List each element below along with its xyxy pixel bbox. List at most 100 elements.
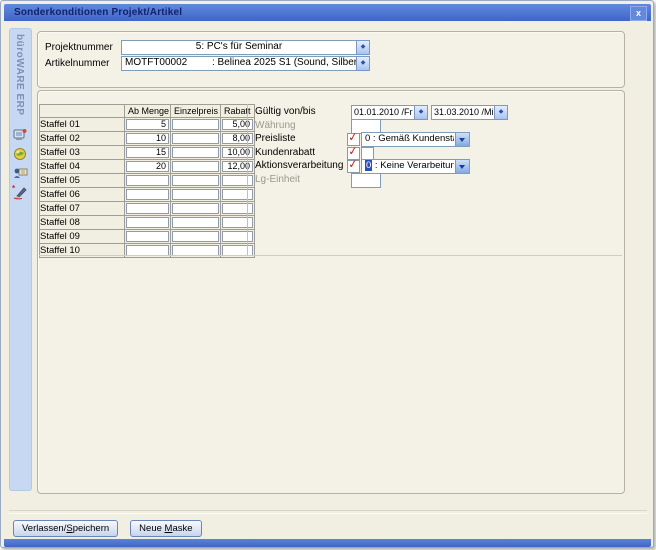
gueltig-bis-spinner[interactable]: ◆ xyxy=(494,105,508,120)
gueltig-von-field[interactable]: 01.01.2010 /Fr xyxy=(351,105,417,120)
gueltig-von-spinner[interactable]: ◆ xyxy=(414,105,428,120)
gueltig-label: Gültig von/bis xyxy=(255,106,316,117)
einzelpreis-cell[interactable] xyxy=(172,119,219,130)
table-row: Staffel 0210 8,00 xyxy=(40,132,255,146)
staffel-row-label: Staffel 01 xyxy=(40,118,125,132)
btn-text: aske xyxy=(172,523,192,534)
rabatt-cell[interactable] xyxy=(222,231,253,242)
table-row: Staffel 042012,00 xyxy=(40,160,255,174)
ab-menge-cell[interactable]: 15 xyxy=(126,147,169,158)
kundenrabatt-label: Kundenrabatt xyxy=(255,147,315,158)
artikelnummer-spinner[interactable]: ◆ xyxy=(356,56,370,71)
table-row: Staffel 06 xyxy=(40,188,255,202)
dropdown-arrow-button[interactable] xyxy=(455,160,469,173)
ab-menge-cell[interactable] xyxy=(126,203,169,214)
button-row: Verlassen/Speichern Neue Maske xyxy=(13,520,202,537)
table-row: Staffel 08 xyxy=(40,216,255,230)
lg-einheit-input[interactable] xyxy=(351,173,381,188)
col-header-ab-menge: Ab Menge xyxy=(125,105,171,118)
red-check-icon: ✓ xyxy=(347,129,359,144)
table-row: Staffel 09 xyxy=(40,230,255,244)
projektnummer-spinner[interactable]: ◆ xyxy=(356,40,370,55)
staffel-table: Ab Menge Einzelpreis Rabatt Staffel 015 5… xyxy=(39,104,255,258)
einzelpreis-cell[interactable] xyxy=(172,175,219,186)
btn-text: Neue xyxy=(139,523,164,534)
btn-text: Verlassen/ xyxy=(22,523,66,534)
artikelnummer-combo[interactable]: MOTFT00002 : Belinea 2025 S1 (Sound, Sil… xyxy=(121,56,357,71)
staffel-row-label: Staffel 02 xyxy=(40,132,125,146)
col-header-empty xyxy=(40,105,125,118)
svg-text:*: * xyxy=(12,184,16,193)
globe-icon[interactable] xyxy=(12,146,28,162)
artikel-description: : Belinea 2025 S1 (Sound, Silber) xyxy=(212,57,357,69)
artikel-code: MOTFT00002 xyxy=(125,57,187,69)
table-row: Staffel 0315 10,00 xyxy=(40,146,255,160)
col-header-rabatt: Rabatt xyxy=(221,105,255,118)
einzelpreis-cell[interactable] xyxy=(172,133,219,144)
ab-menge-cell[interactable] xyxy=(126,231,169,242)
table-row: Staffel 07 xyxy=(40,202,255,216)
einzelpreis-cell[interactable] xyxy=(172,189,219,200)
ab-menge-cell[interactable]: 5 xyxy=(126,119,169,130)
rabatt-cell[interactable]: 12,00 xyxy=(222,161,253,172)
bottom-separator xyxy=(9,510,647,514)
col-header-einzelpreis: Einzelpreis xyxy=(171,105,221,118)
window-title: Sonderkonditionen Projekt/Artikel xyxy=(14,7,182,18)
staffel-row-label: Staffel 03 xyxy=(40,146,125,160)
staffel-row-label: Staffel 06 xyxy=(40,188,125,202)
einzelpreis-cell[interactable] xyxy=(172,217,219,228)
chevron-down-icon xyxy=(459,138,465,142)
ab-menge-cell[interactable]: 20 xyxy=(126,161,169,172)
aktionsverarbeitung-value: 0 : Keine Verarbeitung xyxy=(365,160,454,172)
ab-menge-cell[interactable] xyxy=(126,189,169,200)
rabatt-cell[interactable]: 10,00 xyxy=(222,147,253,158)
rabatt-cell[interactable] xyxy=(222,175,253,186)
staffel-row-label: Staffel 05 xyxy=(40,174,125,188)
staffel-header-row: Ab Menge Einzelpreis Rabatt xyxy=(40,105,255,118)
preisliste-dropdown[interactable]: 0 : Gemäß Kundenstamm xyxy=(361,132,470,147)
panel-divider-vertical xyxy=(247,104,248,255)
screenshot-stage: Sonderkonditionen Projekt/Artikel x büro… xyxy=(0,0,656,550)
sidebar-brand-strip: büroWARE ERP xyxy=(9,28,32,491)
presenter-icon[interactable] xyxy=(12,165,28,181)
aktionsverarbeitung-checkbox[interactable]: ✓ xyxy=(347,160,360,173)
red-check-icon: ✓ xyxy=(347,156,359,171)
artikelnummer-label: Artikelnummer xyxy=(45,58,109,69)
waehrung-label: Währung xyxy=(255,120,296,131)
einzelpreis-cell[interactable] xyxy=(172,161,219,172)
preisliste-value: 0 : Gemäß Kundenstamm xyxy=(365,133,454,145)
rabatt-cell[interactable] xyxy=(222,203,253,214)
spinner-diamond-icon: ◆ xyxy=(495,106,507,118)
ab-menge-cell[interactable]: 10 xyxy=(126,133,169,144)
rabatt-cell[interactable]: 8,00 xyxy=(222,133,253,144)
spinner-diamond-icon: ◆ xyxy=(357,41,369,53)
window-titlebar[interactable]: Sonderkonditionen Projekt/Artikel x xyxy=(4,4,651,21)
aktionsverarbeitung-label: Aktionsverarbeitung xyxy=(255,160,343,171)
close-icon[interactable]: x xyxy=(630,6,647,21)
staffel-row-label: Staffel 09 xyxy=(40,230,125,244)
aktionsverarbeitung-dropdown[interactable]: 0 : Keine Verarbeitung xyxy=(361,159,470,174)
ab-menge-cell[interactable] xyxy=(126,175,169,186)
app-window: Sonderkonditionen Projekt/Artikel x büro… xyxy=(0,0,654,548)
einzelpreis-cell[interactable] xyxy=(172,147,219,158)
projektnummer-combo[interactable]: 5: PC's für Seminar xyxy=(121,40,357,55)
einzelpreis-cell[interactable] xyxy=(172,203,219,214)
staffel-row-label: Staffel 08 xyxy=(40,216,125,230)
rabatt-cell[interactable]: 5,00 xyxy=(222,119,253,130)
panel-divider-horizontal xyxy=(39,255,622,256)
dropdown-arrow-button[interactable] xyxy=(455,133,469,146)
projektnummer-label: Projektnummer xyxy=(45,42,113,53)
workstation-icon[interactable] xyxy=(12,127,28,143)
spinner-diamond-icon: ◆ xyxy=(415,106,427,118)
verlassen-speichern-button[interactable]: Verlassen/Speichern xyxy=(13,520,118,537)
ab-menge-cell[interactable] xyxy=(126,217,169,228)
preisliste-label: Preisliste xyxy=(255,133,296,144)
aktion-rest-text: : Keine Verarbeitung xyxy=(372,160,454,171)
sign-pen-icon[interactable]: * xyxy=(12,184,28,200)
rabatt-cell[interactable] xyxy=(222,189,253,200)
neue-maske-button[interactable]: Neue Maske xyxy=(130,520,201,537)
brand-label: büroWARE ERP xyxy=(14,34,25,116)
einzelpreis-cell[interactable] xyxy=(172,231,219,242)
gueltig-bis-field[interactable]: 31.03.2010 /Mi xyxy=(431,105,497,120)
rabatt-cell[interactable] xyxy=(222,217,253,228)
